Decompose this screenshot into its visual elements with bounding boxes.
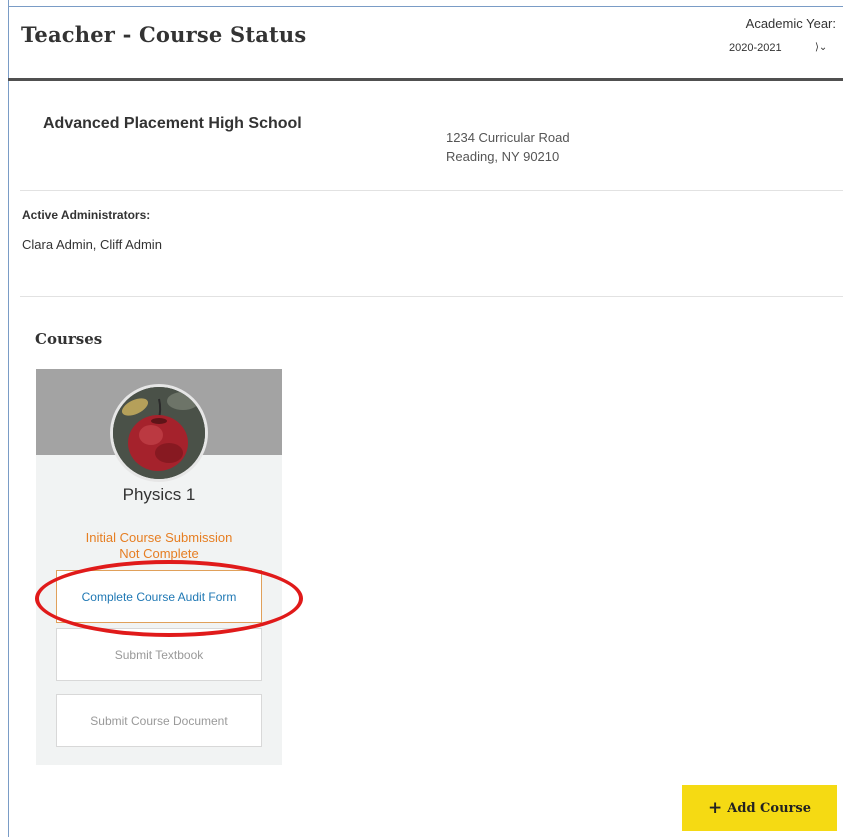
school-address-line1: 1234 Curricular Road	[446, 130, 570, 145]
academic-year-value: 2020-2021	[729, 42, 782, 54]
administrators-names: Clara Admin, Cliff Admin	[22, 237, 162, 252]
course-title: Physics 1	[122, 485, 196, 504]
apple-avatar	[110, 384, 208, 482]
action-label: Submit Textbook	[114, 647, 204, 662]
section-divider	[20, 296, 843, 297]
administrators-label: Active Administrators:	[22, 208, 151, 222]
academic-year-label: Academic Year:	[745, 16, 836, 31]
school-name: Advanced Placement High School	[43, 115, 302, 132]
page-title: Teacher - Course Status	[21, 22, 307, 47]
submit-textbook-button[interactable]: Submit Textbook	[56, 628, 262, 681]
action-label: Complete Course Audit Form	[81, 589, 237, 604]
course-status: Initial Course Submission	[85, 530, 233, 545]
courses-section-title: Courses	[35, 330, 103, 348]
complete-course-audit-form-button[interactable]: Complete Course Audit Form	[56, 570, 262, 623]
course-card: Physics 1 Initial Course Submission Not …	[36, 369, 282, 765]
plus-icon: +	[708, 797, 723, 818]
window-frame-left	[8, 0, 9, 837]
add-course-button[interactable]: + Add Course	[682, 785, 837, 831]
course-status-detail: Not Complete	[119, 546, 199, 561]
action-label: Submit Course Document	[90, 713, 228, 728]
academic-year-select[interactable]: 2020-2021 ⟩⌄	[729, 38, 839, 60]
school-address-line2: Reading, NY 90210	[446, 149, 560, 164]
submit-course-document-button[interactable]: Submit Course Document	[56, 694, 262, 747]
header-divider	[8, 78, 843, 81]
chevron-down-icon: ⟩⌄	[815, 42, 828, 53]
add-course-label: Add Course	[727, 800, 811, 816]
window-frame-top	[8, 6, 843, 7]
section-divider	[20, 190, 843, 191]
